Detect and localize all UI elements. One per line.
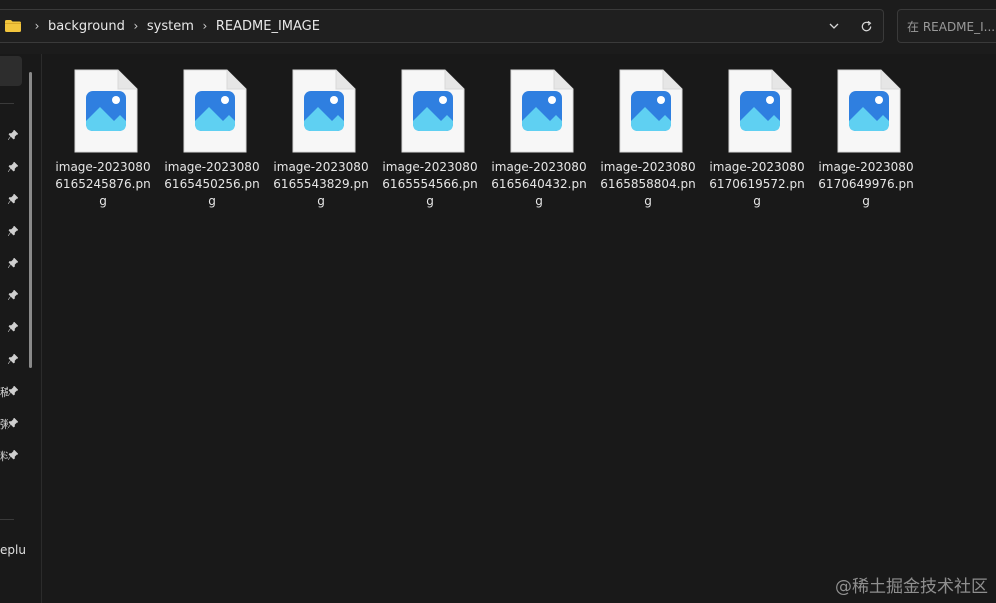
- pin-icon: [8, 226, 18, 236]
- file-name: image-20230806165858804.png: [600, 160, 696, 208]
- file-name: image-20230806165450256.png: [164, 160, 260, 208]
- breadcrumb: › background › system › README_IMAGE: [28, 10, 322, 42]
- refresh-icon: [861, 20, 871, 31]
- image-file-icon: [183, 69, 247, 153]
- chevron-down-icon: [829, 23, 839, 29]
- breadcrumb-system[interactable]: system: [145, 19, 196, 34]
- search-input[interactable]: 在 README_I...: [897, 9, 996, 43]
- image-file-icon: [728, 69, 792, 153]
- pin-icon: [8, 130, 18, 140]
- file-item[interactable]: image-20230806165543829.png: [272, 66, 370, 216]
- nav-item-label[interactable]: 料: [0, 448, 8, 464]
- top-bar: › background › system › README_IMAGE 在 R…: [0, 0, 996, 54]
- chevron-right-icon[interactable]: ›: [28, 19, 46, 33]
- file-item[interactable]: image-20230806165858804.png: [599, 66, 697, 216]
- file-name: image-20230806165640432.png: [491, 160, 587, 208]
- file-item[interactable]: image-20230806165450256.png: [163, 66, 261, 216]
- file-item[interactable]: image-20230806165245876.png: [54, 66, 152, 216]
- pin-icon: [8, 194, 18, 204]
- folder-icon: [5, 20, 21, 32]
- image-file-icon: [74, 69, 138, 153]
- nav-item-label[interactable]: 稿: [0, 384, 8, 400]
- file-name: image-20230806170649976.png: [818, 160, 914, 208]
- nav-item-selected[interactable]: [0, 56, 22, 86]
- breadcrumb-background[interactable]: background: [46, 19, 127, 34]
- address-bar[interactable]: › background › system › README_IMAGE: [0, 9, 884, 43]
- pin-icon: [8, 162, 18, 172]
- pin-icon: [8, 354, 18, 364]
- nav-divider: [0, 519, 14, 520]
- watermark: @稀土掘金技术社区: [835, 577, 988, 597]
- pin-icon: [8, 450, 18, 460]
- image-file-icon: [619, 69, 683, 153]
- pin-icon: [8, 322, 18, 332]
- pin-icon: [8, 386, 18, 396]
- nav-divider: [0, 103, 14, 104]
- nav-item-label[interactable]: eplu: [0, 543, 26, 557]
- file-list: image-20230806165245876.png image-202308…: [54, 66, 954, 226]
- refresh-button[interactable]: [853, 10, 879, 42]
- pin-icon: [8, 258, 18, 268]
- file-name: image-20230806165543829.png: [273, 160, 369, 208]
- nav-scrollbar[interactable]: [29, 72, 32, 368]
- file-item[interactable]: image-20230806165640432.png: [490, 66, 588, 216]
- image-file-icon: [401, 69, 465, 153]
- image-file-icon: [510, 69, 574, 153]
- pin-icon: [8, 418, 18, 428]
- chevron-right-icon[interactable]: ›: [127, 19, 145, 33]
- nav-item-label[interactable]: 粥: [0, 416, 8, 432]
- image-file-icon: [292, 69, 356, 153]
- address-history-chevron-down-icon[interactable]: [822, 10, 846, 42]
- navigation-pane: 稿 粥 料 eplu: [0, 54, 42, 603]
- file-item[interactable]: image-20230806165554566.png: [381, 66, 479, 216]
- file-name: image-20230806165554566.png: [382, 160, 478, 208]
- image-file-icon: [837, 69, 901, 153]
- breadcrumb-readme-image[interactable]: README_IMAGE: [214, 19, 322, 34]
- file-item[interactable]: image-20230806170619572.png: [708, 66, 806, 216]
- file-name: image-20230806165245876.png: [55, 160, 151, 208]
- file-name: image-20230806170619572.png: [709, 160, 805, 208]
- pin-icon: [8, 290, 18, 300]
- file-item[interactable]: image-20230806170649976.png: [817, 66, 915, 216]
- chevron-right-icon[interactable]: ›: [196, 19, 214, 33]
